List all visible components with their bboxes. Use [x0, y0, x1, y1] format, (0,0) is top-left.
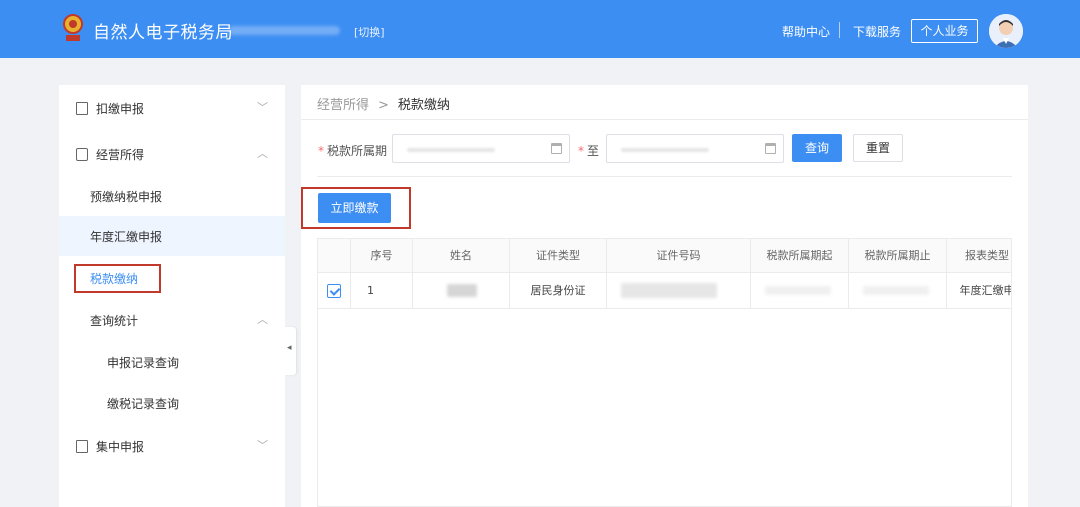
period-end-cell	[849, 273, 947, 309]
name-cell	[413, 273, 510, 309]
sidebar-item-prepayment-declaration[interactable]: 预缴纳税申报	[59, 176, 285, 216]
sidebar-item-label: 查询统计	[90, 314, 139, 328]
chevron-left-icon: ◂	[287, 343, 292, 353]
redacted-date	[407, 148, 495, 152]
chevron-down-icon: ﹀	[257, 439, 268, 452]
main-panel: 经营所得 > 税款缴纳 * 税款所属期 * 至 查询 重置 立即缴款 序号 姓名 证件类…	[301, 85, 1028, 507]
divider	[301, 119, 1028, 120]
index-cell: 1	[351, 273, 413, 309]
column-header-select	[318, 239, 351, 273]
redacted-date	[621, 148, 709, 152]
sidebar-item-declaration-record-query[interactable]: 申报记录查询	[59, 342, 285, 382]
sidebar-collapse-handle[interactable]: ◂	[285, 327, 296, 375]
pay-now-button[interactable]: 立即缴款	[318, 193, 391, 223]
sidebar-item-label: 缴税记录查询	[107, 397, 180, 411]
sidebar-item-label: 年度汇缴申报	[90, 230, 163, 244]
sidebar-item-label: 集中申报	[96, 440, 145, 454]
tax-payment-table: 序号 姓名 证件类型 证件号码 税款所属期起 税款所属期止 报表类型 1 居民身…	[317, 238, 1012, 507]
id-type-cell: 居民身份证	[510, 273, 607, 309]
batch-icon	[76, 440, 88, 453]
sidebar-item-label: 经营所得	[96, 148, 145, 162]
tax-payment-highlight-frame	[74, 264, 161, 293]
chevron-up-icon: ︿	[257, 147, 268, 160]
chevron-up-icon: ︿	[257, 313, 268, 326]
chevron-down-icon: ﹀	[257, 101, 268, 114]
sidebar-item-query-statistics[interactable]: 查询统计 ︿	[59, 300, 285, 340]
business-icon	[76, 148, 88, 161]
redacted-period-start	[765, 286, 831, 295]
column-header: 序号	[351, 239, 413, 273]
sidebar-item-payment-record-query[interactable]: 缴税记录查询	[59, 383, 285, 423]
breadcrumb-parent[interactable]: 经营所得	[317, 98, 369, 113]
sidebar-item-label: 扣缴申报	[96, 102, 145, 116]
calendar-icon	[765, 143, 776, 154]
period-start-date-input[interactable]	[392, 134, 570, 163]
sidebar: 扣缴申报 ﹀ 经营所得 ︿ 预缴纳税申报 年度汇缴申报 税款缴纳 查询统计 ︿ …	[59, 85, 285, 507]
form-icon	[76, 102, 88, 115]
top-header: 自然人电子税务局 [切换] 帮助中心 下载服务 个人业务	[0, 0, 1080, 58]
breadcrumb-separator: >	[378, 98, 389, 113]
tax-emblem-icon	[63, 14, 83, 41]
row-select-cell	[318, 273, 351, 309]
column-header: 税款所属期止	[849, 239, 947, 273]
sidebar-item-centralized-declaration[interactable]: 集中申报 ﹀	[59, 426, 285, 466]
sidebar-item-label: 申报记录查询	[107, 356, 180, 370]
query-button[interactable]: 查询	[792, 134, 842, 162]
redacted-period-end	[863, 286, 929, 295]
reset-button[interactable]: 重置	[853, 134, 903, 162]
column-header: 报表类型	[965, 249, 1009, 262]
breadcrumb-current: 税款缴纳	[397, 98, 450, 113]
period-end-date-input[interactable]	[606, 134, 784, 163]
id-number-cell	[607, 273, 751, 309]
download-service-link[interactable]: 下载服务	[853, 23, 901, 40]
app-title: 自然人电子税务局	[93, 23, 233, 43]
table-header: 序号 姓名 证件类型 证件号码 税款所属期起 税款所属期止 报表类型	[318, 239, 1011, 273]
period-start-cell	[751, 273, 849, 309]
switch-link[interactable]: [切换]	[354, 24, 385, 40]
row-checkbox[interactable]	[327, 284, 341, 298]
header-separator	[839, 22, 840, 38]
column-header: 税款所属期起	[751, 239, 849, 273]
calendar-icon	[551, 143, 562, 154]
sidebar-item-business-income[interactable]: 经营所得 ︿	[59, 134, 285, 174]
to-label: * 至	[578, 144, 600, 158]
breadcrumb: 经营所得 > 税款缴纳	[317, 94, 450, 113]
required-mark: *	[578, 144, 584, 158]
sidebar-item-withholding-declaration[interactable]: 扣缴申报 ﹀	[59, 88, 285, 128]
tax-period-label: * 税款所属期	[318, 144, 388, 158]
sidebar-item-annual-settlement[interactable]: 年度汇缴申报	[59, 216, 285, 256]
table-row[interactable]: 1 居民身份证 年度汇缴申	[318, 273, 1012, 309]
column-header: 证件类型	[510, 239, 607, 273]
sidebar-item-label: 预缴纳税申报	[90, 190, 163, 204]
divider	[317, 176, 1012, 177]
report-type-cell: 年度汇缴申	[959, 284, 1012, 297]
user-avatar-icon	[989, 14, 1023, 48]
redacted-username	[228, 26, 340, 35]
avatar[interactable]	[989, 14, 1023, 48]
redacted-name	[447, 284, 477, 297]
required-mark: *	[318, 144, 324, 158]
personal-business-button[interactable]: 个人业务	[911, 19, 978, 43]
column-header: 姓名	[413, 239, 510, 273]
help-center-link[interactable]: 帮助中心	[782, 23, 830, 40]
column-header: 证件号码	[607, 239, 751, 273]
redacted-id-number	[621, 283, 717, 298]
